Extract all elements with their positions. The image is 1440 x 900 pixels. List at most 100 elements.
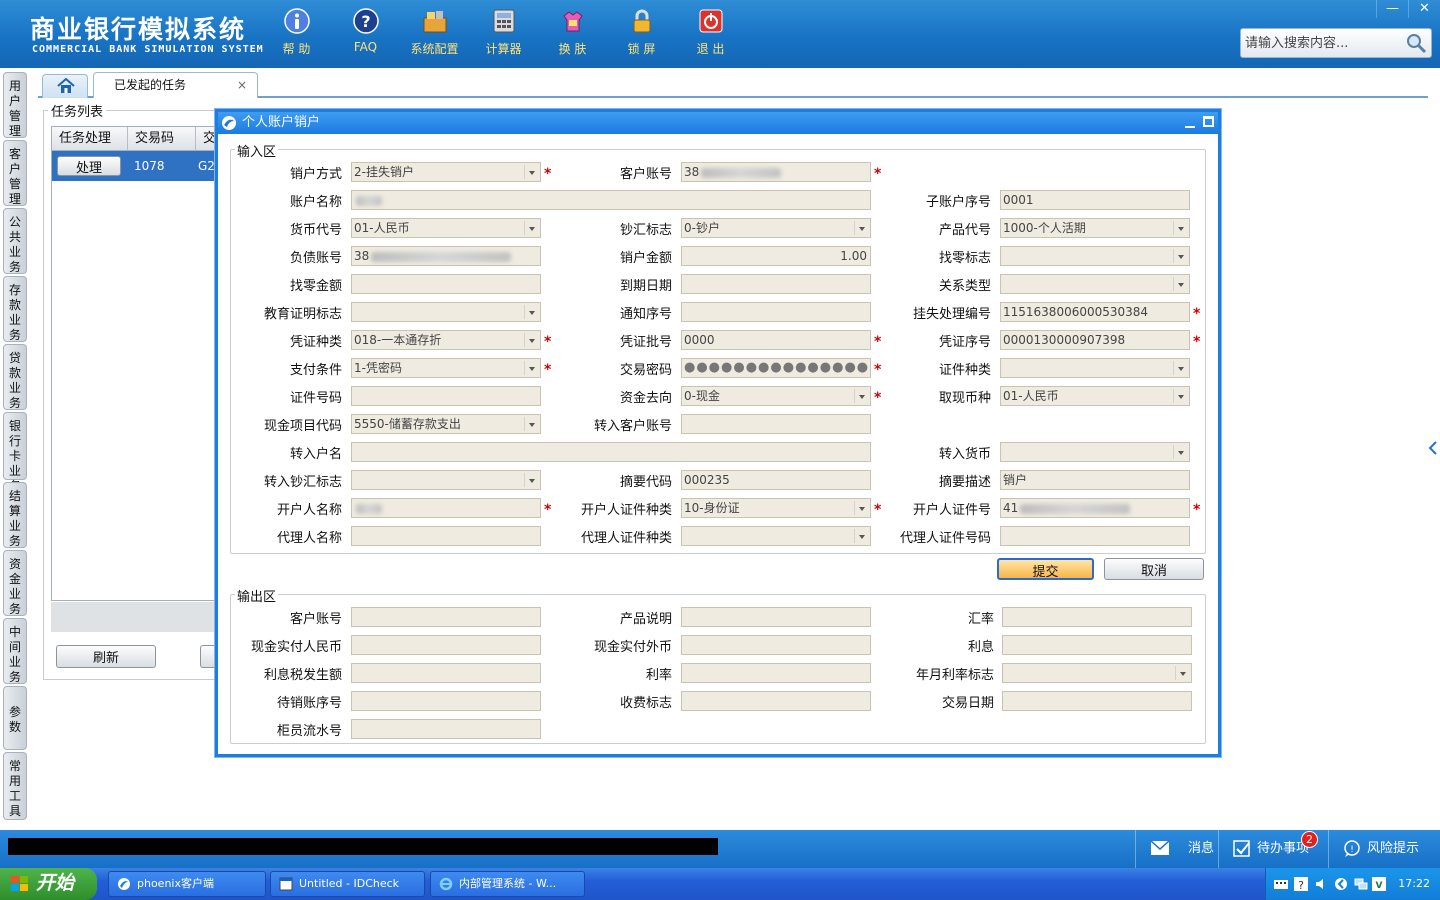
fund-destination-select[interactable]: 0-现金 (681, 386, 871, 406)
out-rate-flag-select[interactable] (1002, 663, 1192, 683)
notice-no-field[interactable] (681, 302, 871, 322)
taskbar-app-ie[interactable]: 内部管理系统 - W... (430, 871, 585, 897)
agent-name-field[interactable] (351, 526, 541, 546)
nav-loan-business[interactable]: 贷款业务 (3, 344, 27, 410)
nav-deposit-business[interactable]: 存款业务 (3, 276, 27, 342)
nav-customer-management[interactable]: 客户管理 (3, 140, 27, 206)
menu-exit[interactable]: 退 出 (676, 8, 745, 57)
nav-intermediate-business[interactable]: 中间业务 (3, 618, 27, 684)
cash-remit-flag-select[interactable]: 0-钞户 (681, 218, 871, 238)
col-task-process[interactable]: 任务处理 (52, 127, 128, 150)
collapse-arrow-icon[interactable] (1428, 440, 1438, 456)
label-trade-password: 交易密码 (619, 363, 672, 378)
close-button[interactable]: ✕ (1408, 0, 1440, 18)
menu-help[interactable]: 帮 助 (262, 8, 331, 57)
nav-user-management[interactable]: 用户管理 (3, 72, 27, 138)
help-icon[interactable]: ? (1294, 877, 1308, 891)
id-type-select[interactable] (1000, 358, 1190, 378)
label-transfer-name: 转入户名 (289, 447, 342, 462)
clock: 17:22 (1398, 877, 1430, 890)
menu-config[interactable]: 系统配置 (400, 8, 469, 57)
label-due-date: 到期日期 (619, 279, 672, 294)
close-method-select[interactable]: 2-挂失销户 (351, 162, 541, 182)
dialog-titlebar[interactable]: 个人账户销户 (218, 112, 1218, 134)
process-button[interactable]: 处理 (57, 156, 121, 176)
transfer-cash-flag-select[interactable] (351, 470, 541, 490)
vpn-icon[interactable]: V (1372, 877, 1386, 891)
menu-lock[interactable]: 锁 屏 (607, 8, 676, 57)
table-row[interactable]: 处理 1078 G28 (52, 151, 220, 181)
tab-close-icon[interactable]: × (237, 73, 247, 97)
nav-fund-business[interactable]: 资金业务 (3, 550, 27, 616)
submit-button[interactable]: 提交 (997, 558, 1094, 580)
search-icon[interactable] (1405, 32, 1427, 54)
agent-id-no-field[interactable] (1000, 526, 1190, 546)
dialog-maximize-icon[interactable] (1203, 116, 1214, 127)
change-amount-field[interactable] (351, 274, 541, 294)
nav-settlement-business[interactable]: 结算业务 (3, 482, 27, 548)
messages-button[interactable]: 消息 (1135, 830, 1215, 868)
education-flag-select[interactable] (351, 302, 541, 322)
col-trade-code[interactable]: 交易码 (128, 127, 196, 150)
info-icon (283, 8, 310, 34)
nav-common-tools[interactable]: 常用工具 (3, 752, 27, 820)
network-icon[interactable] (1354, 877, 1368, 891)
menu-calculator[interactable]: 计算器 (469, 8, 538, 57)
menu-help-label: 帮 助 (282, 42, 311, 56)
transfer-name-field[interactable] (351, 442, 871, 462)
customer-account-field[interactable]: 38 (681, 162, 871, 182)
relation-type-select[interactable] (1000, 274, 1190, 294)
nav-parameters[interactable]: 参数 (3, 686, 27, 750)
taskbar-app-phoenix[interactable]: phoenix客户端 (108, 871, 266, 897)
nav-public-business[interactable]: 公共业务 (3, 208, 27, 274)
liability-account-field[interactable]: 38 (351, 246, 541, 266)
tab-home[interactable] (42, 74, 88, 98)
agent-id-type-select[interactable] (681, 526, 871, 546)
opener-id-no-field[interactable]: 41 (1000, 498, 1190, 518)
loss-report-no-field[interactable]: 1151638006000530384 (1000, 302, 1190, 322)
minimize-button[interactable]: — (1376, 0, 1408, 18)
tab-initiated-tasks[interactable]: 已发起的任务 × (93, 72, 258, 98)
redacted-text (701, 167, 782, 178)
account-name-field[interactable] (351, 190, 871, 210)
trade-password-field[interactable]: ●●●●●●●●●●●●●●● (681, 358, 871, 378)
opener-name-field[interactable] (351, 498, 541, 518)
taskbar-app-idcheck[interactable]: Untitled - IDCheck (270, 871, 425, 897)
back-arrow-icon[interactable] (1334, 877, 1348, 891)
voucher-batch-field[interactable]: 0000 (681, 330, 871, 350)
menu-skin[interactable]: 换 肤 (538, 8, 607, 57)
voucher-type-select[interactable]: 018-一本通存折 (351, 330, 541, 350)
label-cash-item-code: 现金项目代码 (263, 419, 342, 434)
due-date-field[interactable] (681, 274, 871, 294)
refresh-button[interactable]: 刷新 (56, 645, 156, 668)
voucher-serial-field[interactable]: 0000130000907398 (1000, 330, 1190, 350)
cancel-button[interactable]: 取消 (1104, 558, 1204, 580)
summary-desc-field[interactable]: 销户 (1000, 470, 1190, 490)
required-mark: * (874, 334, 882, 350)
currency-code-select[interactable]: 01-人民币 (351, 218, 541, 238)
out-rate-field (681, 663, 871, 683)
todo-button[interactable]: 待办事项 2 (1218, 830, 1326, 868)
id-number-field[interactable] (351, 386, 541, 406)
change-flag-select[interactable] (1000, 246, 1190, 266)
keyboard-icon[interactable] (1274, 877, 1288, 891)
withdraw-currency-select[interactable]: 01-人民币 (1000, 386, 1190, 406)
product-code-select[interactable]: 1000-个人活期 (1000, 218, 1190, 238)
summary-code-field[interactable]: 000235 (681, 470, 871, 490)
payment-condition-select[interactable]: 1-凭密码 (351, 358, 541, 378)
window-icon (279, 877, 293, 891)
dialog-minimize-icon[interactable] (1184, 115, 1196, 129)
menu-faq[interactable]: ? FAQ (331, 8, 400, 57)
sub-account-no-field[interactable]: 0001 (1000, 190, 1190, 210)
close-amount-field[interactable]: 1.00 (681, 246, 871, 266)
opener-id-type-select[interactable]: 10-身份证 (681, 498, 871, 518)
transfer-currency-select[interactable] (1000, 442, 1190, 462)
start-button[interactable]: 开始 (0, 868, 97, 900)
nav-bank-card-business[interactable]: 银行卡业务 (3, 412, 27, 493)
home-icon (57, 78, 75, 93)
risk-alert-button[interactable]: ! 风险提示 (1328, 830, 1440, 868)
transfer-account-field[interactable] (681, 414, 871, 434)
volume-icon[interactable] (1314, 877, 1328, 891)
cash-item-code-select[interactable]: 5550-储蓄存款支出 (351, 414, 541, 434)
search-input[interactable] (1241, 29, 1401, 57)
